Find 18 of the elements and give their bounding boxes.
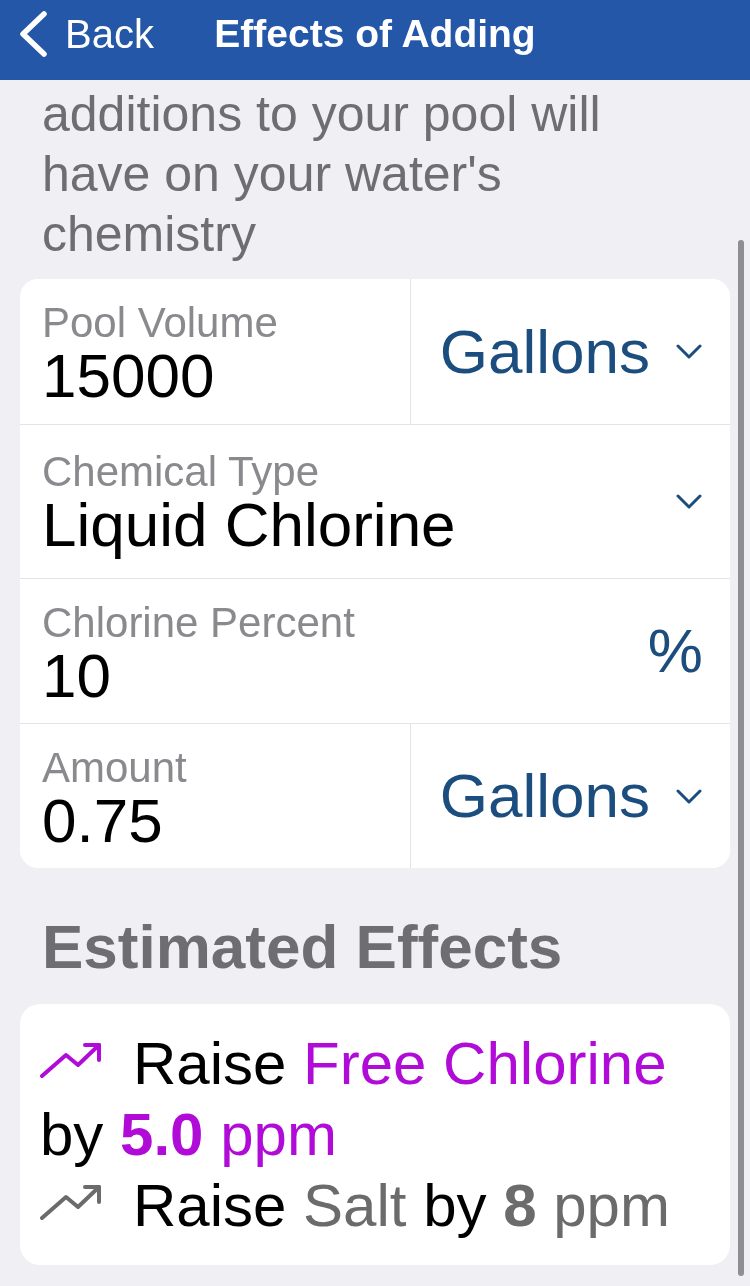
field-label: Pool Volume — [42, 301, 278, 345]
field-label: Amount — [42, 746, 187, 790]
intro-text: additions to your pool will have on your water's chemistry — [42, 85, 602, 264]
number-field[interactable]: 0.75 — [42, 790, 163, 852]
chevron-down-icon[interactable] — [676, 494, 702, 509]
back-button[interactable]: Back — [19, 10, 154, 58]
unit-suffix: % — [647, 620, 703, 682]
effect-text: Raise Free Chlorine by 5.0 ppm — [40, 1030, 667, 1168]
number-field[interactable]: 10 — [42, 645, 111, 707]
screen-title: Effects of Adding — [214, 11, 536, 57]
chevron-left-icon — [19, 11, 47, 57]
effect-text: Raise Salt by 8 ppm — [133, 1172, 670, 1239]
chevron-down-icon — [676, 788, 702, 804]
section-heading: Estimated Effects — [42, 912, 563, 982]
field-label: Chemical Type — [42, 450, 320, 494]
chevron-down-icon — [676, 344, 702, 359]
field-label: Chlorine Percent — [42, 601, 355, 645]
number-field[interactable]: 15000 — [42, 345, 215, 407]
